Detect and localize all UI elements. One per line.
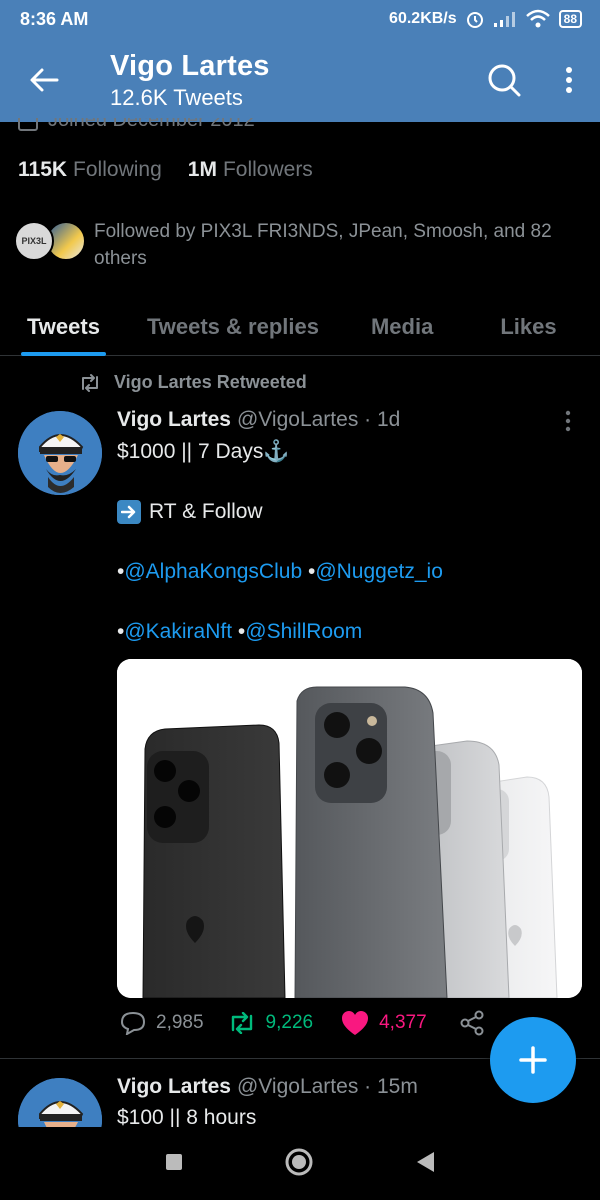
mention-link[interactable]: @KakiraNft: [124, 620, 232, 643]
tab-likes[interactable]: Likes: [500, 298, 556, 356]
tweet-meta: @VigoLartes · 15m: [236, 1075, 418, 1098]
retweet-count: 9,226: [265, 1012, 314, 1033]
home-button[interactable]: [284, 1147, 314, 1182]
tweet-media-image[interactable]: [117, 659, 582, 998]
followed-by-text: Followed by PIX3L FRI3NDS, JPean, Smoosh…: [94, 221, 552, 269]
recents-button[interactable]: [164, 1152, 184, 1177]
followers-link[interactable]: 1M Followers: [188, 158, 313, 182]
more-vertical-icon: [566, 67, 572, 93]
tweet-meta: @VigoLartes · 1d: [236, 408, 401, 431]
tab-tweets-replies[interactable]: Tweets & replies: [147, 298, 319, 356]
header-titles: Vigo Lartes 12.6K Tweets: [88, 50, 474, 111]
tweet-more-icon[interactable]: [558, 408, 578, 436]
profile-header: Vigo Lartes 12.6K Tweets: [0, 38, 600, 122]
triangle-left-icon: [417, 1151, 434, 1172]
retweeted-label: Vigo Lartes Retweeted: [78, 372, 307, 393]
avatar: PIX3L: [14, 221, 54, 261]
heart-icon: [342, 1011, 369, 1035]
square-icon: [166, 1153, 182, 1170]
like-count: 4,377: [379, 1012, 427, 1033]
circle-icon: [285, 1148, 313, 1175]
followed-by[interactable]: PIX3L Followed by PIX3L FRI3NDS, JPean, …: [14, 218, 580, 272]
retweet-icon: [231, 1012, 252, 1034]
arrow-right-icon: [117, 500, 141, 524]
mentions-row-1: •@AlphaKongsClub •@Nuggetz_io: [117, 560, 443, 583]
tweet-author-name[interactable]: Vigo Lartes: [117, 1075, 231, 1099]
tweet-line-prize: $1000 || 7 Days⚓: [117, 440, 290, 463]
tweet-header: Vigo Lartes @VigoLartes · 15m: [117, 1075, 418, 1099]
tweet-text: $1000 || 7 Days⚓ RT & Follow •@AlphaKong…: [117, 437, 577, 647]
tweet-header: Vigo Lartes @VigoLartes · 1d: [117, 408, 400, 432]
follow-stats: 115K Following 1M Followers: [18, 158, 313, 182]
tweet-line-rt: RT & Follow: [117, 497, 577, 527]
followed-by-avatars: PIX3L: [14, 218, 88, 261]
anchor-emoji: ⚓: [263, 440, 290, 463]
reply-button[interactable]: 2,985: [120, 1011, 204, 1035]
reply-count: 2,985: [156, 1012, 204, 1033]
following-link[interactable]: 115K Following: [18, 158, 162, 182]
search-button[interactable]: [474, 50, 534, 110]
plus-icon: [519, 1046, 547, 1074]
tweet-author-avatar[interactable]: [18, 411, 102, 495]
back-button[interactable]: [0, 38, 88, 122]
status-bar: 8:36 AM 60.2KB/s 88: [0, 0, 600, 38]
arrow-left-icon: [30, 68, 59, 92]
compose-tweet-button[interactable]: [490, 1017, 576, 1103]
status-icons: 60.2KB/s 88: [389, 9, 582, 29]
signal-icon: [493, 12, 515, 27]
tweet-author-name[interactable]: Vigo Lartes: [117, 408, 231, 432]
mention-link[interactable]: @AlphaKongsClub: [124, 560, 302, 583]
mention-link[interactable]: @ShillRoom: [245, 620, 362, 643]
retweet-button[interactable]: 9,226: [228, 1012, 314, 1034]
phones-image: [117, 659, 582, 998]
search-icon: [488, 64, 521, 97]
share-button[interactable]: [459, 1010, 485, 1036]
tweet-actions: 2,985 9,226 4,377: [120, 1010, 485, 1036]
mentions-row-2: •@KakiraNft •@ShillRoom: [117, 620, 363, 643]
network-speed: 60.2KB/s: [389, 10, 457, 27]
captain-avatar-icon: [18, 1078, 102, 1127]
captain-avatar-icon: [18, 411, 102, 495]
joined-date: Joined December 2012: [18, 118, 255, 134]
system-nav-bar: [0, 1128, 600, 1200]
wifi-icon: [525, 9, 550, 28]
like-button[interactable]: 4,377: [341, 1010, 427, 1036]
alarm-icon: [466, 12, 483, 28]
tab-tweets[interactable]: Tweets: [21, 298, 106, 356]
back-nav-button[interactable]: [414, 1150, 436, 1179]
mention-link[interactable]: @Nuggetz_io: [315, 560, 443, 583]
tab-media[interactable]: Media: [371, 298, 433, 356]
header-tweet-count: 12.6K Tweets: [110, 84, 243, 110]
more-options-button[interactable]: [544, 50, 594, 110]
status-time: 8:36 AM: [20, 8, 89, 29]
tweet-author-avatar[interactable]: [18, 1078, 102, 1127]
tweet-text: $100 || 8 hours: [117, 1106, 257, 1127]
profile-tabs: Tweets Tweets & replies Media Likes: [0, 298, 600, 356]
battery-indicator: 88: [558, 10, 582, 28]
reply-icon: [120, 1011, 146, 1035]
calendar-icon: [18, 118, 38, 131]
retweet-icon: [82, 373, 98, 392]
header-name: Vigo Lartes: [110, 49, 270, 82]
share-icon: [460, 1010, 484, 1036]
